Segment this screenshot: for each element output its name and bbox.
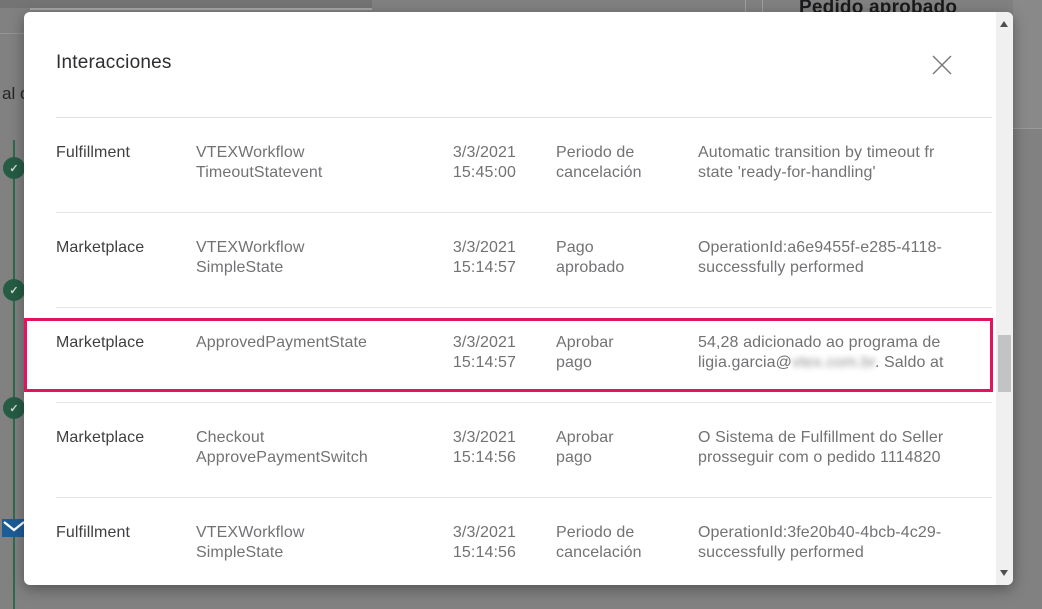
- event-line: SimpleState: [196, 258, 446, 278]
- interaction-description: 54,28 adicionado ao programa de ligia.ga…: [698, 333, 992, 402]
- background-divider: [762, 0, 763, 12]
- interaction-source: Marketplace: [56, 333, 196, 402]
- check-circle-icon: ✓: [3, 279, 25, 301]
- interaction-description: OperationId:a6e9455f-e285-4118- successf…: [698, 238, 992, 307]
- background-panel: [1013, 0, 1042, 128]
- background-divider: [0, 33, 24, 34]
- check-glyph: ✓: [9, 162, 18, 175]
- description-line: state 'ready-for-handling': [698, 163, 992, 183]
- event-line: ApprovePaymentSwitch: [196, 448, 446, 468]
- modal-title: Interacciones: [56, 52, 172, 74]
- interaction-event: Checkout ApprovePaymentSwitch: [196, 428, 446, 497]
- description-line: O Sistema de Fulfillment do Seller: [698, 428, 992, 448]
- scrollbar-down-icon[interactable]: [1000, 570, 1008, 576]
- description-line: prosseguir com o pedido 1114820: [698, 448, 992, 468]
- interaction-date: 3/3/2021: [446, 428, 516, 448]
- event-line: ApprovedPaymentState: [196, 333, 446, 353]
- background-panel-edge: [30, 8, 372, 10]
- interaction-source: Fulfillment: [56, 523, 196, 585]
- interaction-event: VTEXWorkflow TimeoutStatevent: [196, 143, 446, 212]
- description-line: successfully performed: [698, 258, 992, 278]
- event-line: VTEXWorkflow: [196, 523, 446, 543]
- interaction-datetime: 3/3/2021 15:45:00: [446, 143, 516, 212]
- interaction-date: 3/3/2021: [446, 143, 516, 163]
- email-suffix: . Saldo at: [875, 354, 944, 371]
- scrollbar-up-icon[interactable]: [1000, 21, 1008, 27]
- interaction-source: Fulfillment: [56, 143, 196, 212]
- interaction-description: OperationId:3fe20b40-4bcb-4c29- successf…: [698, 523, 992, 585]
- interaction-date: 3/3/2021: [446, 238, 516, 258]
- interaction-datetime: 3/3/2021 15:14:56: [446, 523, 516, 585]
- interaction-time: 15:45:00: [446, 163, 516, 183]
- interaction-time: 15:14:57: [446, 353, 516, 373]
- interaction-source: Marketplace: [56, 428, 196, 497]
- interaction-description: Automatic transition by timeout fr state…: [698, 143, 992, 212]
- interaction-time: 15:14:56: [446, 448, 516, 468]
- redacted-email-domain: vtex.com.br: [792, 354, 875, 371]
- check-circle-icon: ✓: [3, 157, 25, 179]
- mail-icon: [2, 519, 26, 537]
- interaction-status: Periodo de cancelación: [516, 143, 698, 212]
- interaction-status: Pago aprobado: [516, 238, 698, 307]
- interactions-modal: Interacciones Fulfillment VTEXWorkflow T…: [24, 12, 1013, 585]
- timeline-connector: [13, 140, 15, 609]
- close-icon[interactable]: [931, 54, 953, 76]
- interaction-time: 15:14:57: [446, 258, 516, 278]
- scrollbar[interactable]: [996, 12, 1013, 585]
- interaction-date: 3/3/2021: [446, 333, 516, 353]
- description-line: Automatic transition by timeout fr: [698, 143, 992, 163]
- background-topbar: [0, 0, 372, 8]
- interaction-date: 3/3/2021: [446, 523, 516, 543]
- interaction-time: 15:14:56: [446, 543, 516, 563]
- interaction-description: O Sistema de Fulfillment do Seller pross…: [698, 428, 992, 497]
- check-circle-icon: ✓: [3, 397, 25, 419]
- interactions-table: Fulfillment VTEXWorkflow TimeoutStateven…: [56, 118, 992, 585]
- interaction-source: Marketplace: [56, 238, 196, 307]
- redacted-email-line: ligia.garcia@vtex.com.br. Saldo at: [698, 353, 992, 373]
- interaction-status: Aprobar pago: [516, 333, 698, 402]
- background-divider: [745, 0, 746, 12]
- interaction-datetime: 3/3/2021 15:14:57: [446, 333, 516, 402]
- description-line: 54,28 adicionado ao programa de: [698, 333, 992, 353]
- event-line: SimpleState: [196, 543, 446, 563]
- description-line: OperationId:a6e9455f-e285-4118-: [698, 238, 992, 258]
- interaction-event: VTEXWorkflow SimpleState: [196, 238, 446, 307]
- email-prefix: ligia.garcia@: [698, 354, 792, 371]
- check-glyph: ✓: [9, 402, 18, 415]
- table-row: Fulfillment VTEXWorkflow SimpleState 3/3…: [56, 498, 992, 585]
- event-line: TimeoutStatevent: [196, 163, 446, 183]
- interaction-status: Aprobar pago: [516, 428, 698, 497]
- scrollbar-thumb[interactable]: [998, 335, 1011, 392]
- table-row: Fulfillment VTEXWorkflow TimeoutStateven…: [56, 118, 992, 213]
- interaction-status: Periodo de cancelación: [516, 523, 698, 585]
- check-glyph: ✓: [9, 284, 18, 297]
- interaction-event: VTEXWorkflow SimpleState: [196, 523, 446, 585]
- table-row: Marketplace Checkout ApprovePaymentSwitc…: [56, 403, 992, 498]
- table-row-highlighted: Marketplace ApprovedPaymentState 3/3/202…: [56, 308, 992, 403]
- description-line: OperationId:3fe20b40-4bcb-4c29-: [698, 523, 992, 543]
- event-line: VTEXWorkflow: [196, 238, 446, 258]
- interaction-datetime: 3/3/2021 15:14:56: [446, 428, 516, 497]
- interaction-datetime: 3/3/2021 15:14:57: [446, 238, 516, 307]
- event-line: VTEXWorkflow: [196, 143, 446, 163]
- event-line: Checkout: [196, 428, 446, 448]
- interaction-event: ApprovedPaymentState: [196, 333, 446, 402]
- description-line: successfully performed: [698, 543, 992, 563]
- background-divider: [1013, 128, 1042, 129]
- table-row: Marketplace VTEXWorkflow SimpleState 3/3…: [56, 213, 992, 308]
